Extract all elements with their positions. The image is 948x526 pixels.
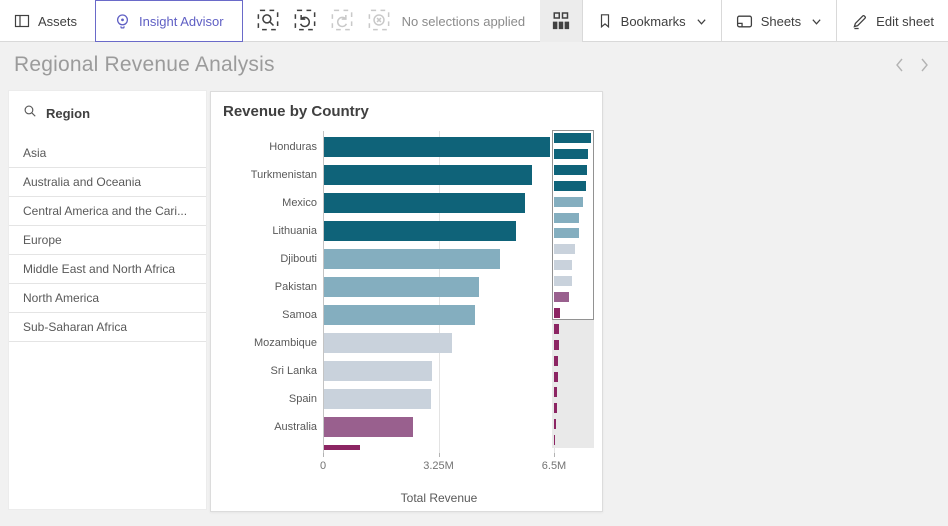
bar-label: Spain <box>211 392 317 406</box>
region-list-item[interactable]: Australia and Oceania <box>9 168 206 197</box>
bar[interactable] <box>324 389 431 409</box>
bar[interactable] <box>324 165 532 185</box>
minimap-viewport-window[interactable] <box>552 130 594 320</box>
bar-label: Djibouti <box>211 252 317 266</box>
chevron-right-icon[interactable] <box>919 57 930 73</box>
bar[interactable] <box>324 333 452 353</box>
bar-partial[interactable] <box>324 445 360 450</box>
bookmarks-button[interactable]: Bookmarks <box>583 0 721 42</box>
x-axis-tick <box>439 453 440 457</box>
chevron-down-icon <box>811 16 822 27</box>
insight-bulb-icon <box>114 13 131 30</box>
bar[interactable] <box>324 417 413 437</box>
sheets-label: Sheets <box>761 14 801 29</box>
region-list-item[interactable]: North America <box>9 284 206 313</box>
step-forward-icon[interactable] <box>331 9 353 34</box>
bar-label: Sri Lanka <box>211 364 317 378</box>
bar[interactable] <box>324 221 516 241</box>
region-filter-panel: Region AsiaAustralia and OceaniaCentral … <box>8 90 207 510</box>
region-list: AsiaAustralia and OceaniaCentral America… <box>9 139 206 342</box>
bar[interactable] <box>324 249 500 269</box>
sheet-header: Regional Revenue Analysis <box>0 42 948 88</box>
sheet-title: Regional Revenue Analysis <box>14 53 275 77</box>
region-list-item[interactable]: Sub-Saharan Africa <box>9 313 206 342</box>
insight-advisor-label: Insight Advisor <box>139 14 224 29</box>
assets-button[interactable]: Assets <box>0 0 91 42</box>
plot-area: 0 3.25M 6.5M Honduras Turkmenistan Mexico Lith… <box>211 92 604 513</box>
toolbar-left: Assets Insight Advisor <box>0 0 535 42</box>
bar[interactable] <box>324 277 479 297</box>
region-filter-header[interactable]: Region <box>9 91 206 135</box>
insight-advisor-button[interactable]: Insight Advisor <box>95 0 243 42</box>
edit-sheet-label: Edit sheet <box>876 14 934 29</box>
region-list-item[interactable]: Europe <box>9 226 206 255</box>
bar-label: Mozambique <box>211 336 317 350</box>
minimap-bar <box>554 403 557 413</box>
bookmarks-label: Bookmarks <box>621 14 686 29</box>
chevron-down-icon <box>696 16 707 27</box>
sheet-navigation <box>894 57 934 73</box>
top-toolbar: Assets Insight Advisor <box>0 0 948 42</box>
minimap-bar <box>554 372 558 382</box>
bar[interactable] <box>324 305 475 325</box>
bar-label: Australia <box>211 420 317 434</box>
bar-label: Samoa <box>211 308 317 322</box>
toolbar-right: Bookmarks Sheets <box>540 0 948 42</box>
x-tick-label: 6.5M <box>532 460 576 472</box>
bar-label: Pakistan <box>211 280 317 294</box>
app-grid-icon[interactable] <box>540 0 582 42</box>
bar-label: Mexico <box>211 196 317 210</box>
minimap-bar <box>554 356 558 366</box>
bar-label: Honduras <box>211 140 317 154</box>
pencil-icon <box>851 13 868 30</box>
minimap-bar <box>554 340 559 350</box>
selections-toolbar <box>243 0 402 42</box>
x-axis-tick <box>554 453 555 457</box>
selections-search-icon[interactable] <box>257 9 279 34</box>
minimap-bar <box>554 419 556 429</box>
selections-status: No selections applied <box>402 0 536 42</box>
region-list-item[interactable]: Asia <box>9 139 206 168</box>
assets-panel-icon <box>14 13 30 29</box>
region-list-item[interactable]: Central America and the Cari... <box>9 197 206 226</box>
revenue-chart-card: Revenue by Country 03.25M6.5MHondurasTur… <box>210 91 603 512</box>
bookmark-icon <box>597 13 613 29</box>
bar[interactable] <box>324 361 432 381</box>
edit-sheet-button[interactable]: Edit sheet <box>837 0 948 42</box>
qlik-sense-app: Assets Insight Advisor <box>0 0 948 526</box>
bar[interactable] <box>324 193 525 213</box>
x-axis-tick <box>323 453 324 457</box>
sheet-icon <box>736 13 753 30</box>
bar[interactable] <box>324 137 550 157</box>
bar-label: Turkmenistan <box>211 168 317 182</box>
x-axis-title: Total Revenue <box>323 491 555 505</box>
sheets-button[interactable]: Sheets <box>722 0 836 42</box>
x-tick-label: 3.25M <box>417 460 461 472</box>
search-icon <box>23 104 37 123</box>
assets-label: Assets <box>38 14 77 29</box>
x-tick-label: 0 <box>301 460 345 472</box>
step-back-icon[interactable] <box>294 9 316 34</box>
bar-label: Lithuania <box>211 224 317 238</box>
filter-title: Region <box>46 106 90 121</box>
clear-selections-icon[interactable] <box>368 9 390 34</box>
chevron-left-icon[interactable] <box>894 57 905 73</box>
region-list-item[interactable]: Middle East and North Africa <box>9 255 206 284</box>
minimap-bar <box>554 324 559 334</box>
minimap-bar <box>554 435 555 445</box>
minimap-bar <box>554 387 557 397</box>
